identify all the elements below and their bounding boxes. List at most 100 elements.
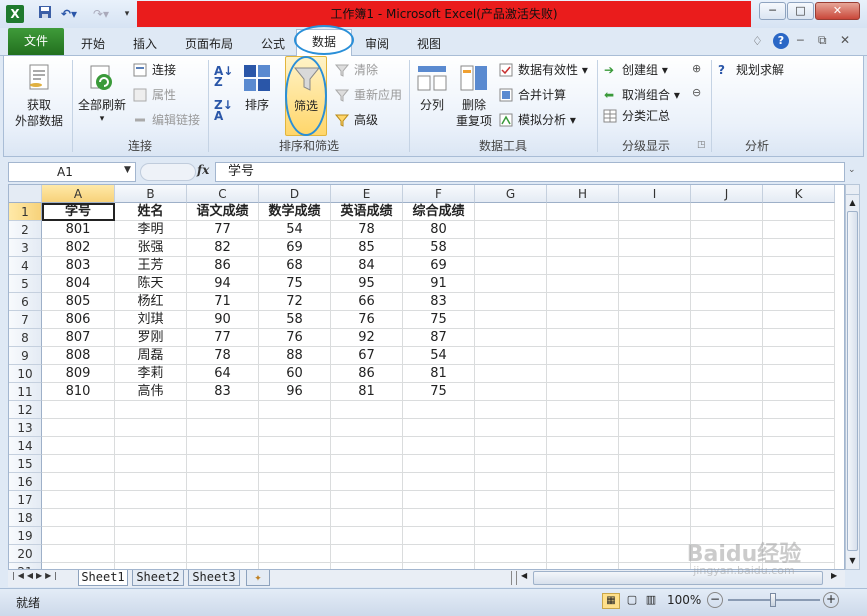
normal-view-icon[interactable]: ▦ (602, 593, 620, 609)
empty-cell[interactable] (42, 455, 115, 473)
empty-cell[interactable] (42, 401, 115, 419)
empty-cell[interactable] (619, 437, 691, 455)
tab-page-layout[interactable]: 页面布局 (178, 32, 240, 56)
connections-button[interactable]: 连接 (132, 60, 176, 80)
empty-cell[interactable] (475, 437, 547, 455)
data-cell[interactable]: 95 (331, 275, 403, 293)
empty-cell[interactable] (547, 527, 619, 545)
subtotal-button[interactable]: 分类汇总 (602, 106, 670, 126)
empty-cell[interactable] (619, 401, 691, 419)
sheet-tab-1[interactable]: Sheet1 (78, 570, 128, 586)
empty-cell[interactable] (763, 221, 835, 239)
empty-cell[interactable] (763, 437, 835, 455)
empty-cell[interactable] (691, 239, 763, 257)
row-header-9[interactable]: 9 (9, 347, 42, 365)
column-header-k[interactable]: K (763, 185, 835, 203)
empty-cell[interactable] (475, 473, 547, 491)
solver-button[interactable]: ? 规划求解 (716, 60, 784, 80)
data-cell[interactable]: 803 (42, 257, 115, 275)
row-header-20[interactable]: 20 (9, 545, 42, 563)
empty-cell[interactable] (619, 203, 691, 221)
data-cell[interactable]: 77 (187, 221, 259, 239)
tab-review[interactable]: 审阅 (356, 32, 398, 56)
data-cell[interactable]: 88 (259, 347, 331, 365)
tab-split-handle[interactable] (511, 571, 517, 585)
empty-cell[interactable] (619, 275, 691, 293)
hide-detail-icon[interactable]: ⊖ (692, 86, 701, 99)
empty-cell[interactable] (547, 257, 619, 275)
scroll-down-icon[interactable]: ▼ (846, 555, 859, 567)
empty-cell[interactable] (763, 293, 835, 311)
empty-cell[interactable] (475, 491, 547, 509)
empty-cell[interactable] (691, 203, 763, 221)
doc-close-icon[interactable]: ✕ (840, 33, 850, 47)
empty-cell[interactable] (403, 419, 475, 437)
page-break-view-icon[interactable]: ▥ (642, 593, 660, 609)
remove-duplicates-button[interactable]: 删除 重复项 (454, 58, 494, 136)
empty-cell[interactable] (547, 491, 619, 509)
ungroup-button[interactable]: ⬅ 取消组合 ▾ (602, 85, 680, 105)
empty-cell[interactable] (187, 563, 259, 569)
column-header-b[interactable]: B (115, 185, 187, 203)
formula-input[interactable]: 学号 (215, 162, 845, 182)
empty-cell[interactable] (42, 563, 115, 569)
empty-cell[interactable] (763, 419, 835, 437)
data-cell[interactable]: 807 (42, 329, 115, 347)
empty-cell[interactable] (42, 473, 115, 491)
data-validation-button[interactable]: 数据有效性 ▾ (498, 60, 588, 80)
empty-cell[interactable] (475, 419, 547, 437)
data-cell[interactable]: 54 (403, 347, 475, 365)
formula-expand-icon[interactable]: ⌄ (848, 165, 856, 175)
column-header-c[interactable]: C (187, 185, 259, 203)
data-cell[interactable]: 60 (259, 365, 331, 383)
data-cell[interactable]: 77 (187, 329, 259, 347)
data-cell[interactable]: 83 (403, 293, 475, 311)
empty-cell[interactable] (691, 275, 763, 293)
data-cell[interactable]: 81 (403, 365, 475, 383)
customize-qat-icon[interactable]: ▾ (121, 5, 133, 23)
header-cell[interactable]: 语文成绩 (187, 203, 259, 221)
column-header-j[interactable]: J (691, 185, 763, 203)
data-cell[interactable]: 92 (331, 329, 403, 347)
empty-cell[interactable] (259, 527, 331, 545)
empty-cell[interactable] (115, 563, 187, 569)
data-cell[interactable]: 69 (403, 257, 475, 275)
header-cell[interactable]: 英语成绩 (331, 203, 403, 221)
data-cell[interactable]: 96 (259, 383, 331, 401)
empty-cell[interactable] (619, 293, 691, 311)
row-header-11[interactable]: 11 (9, 383, 42, 401)
data-cell[interactable]: 76 (331, 311, 403, 329)
empty-cell[interactable] (403, 473, 475, 491)
empty-cell[interactable] (547, 437, 619, 455)
data-cell[interactable]: 78 (331, 221, 403, 239)
empty-cell[interactable] (187, 527, 259, 545)
empty-cell[interactable] (475, 293, 547, 311)
header-cell[interactable]: 姓名 (115, 203, 187, 221)
empty-cell[interactable] (547, 563, 619, 569)
data-cell[interactable]: 80 (403, 221, 475, 239)
empty-cell[interactable] (691, 383, 763, 401)
tab-insert[interactable]: 插入 (124, 32, 166, 56)
sort-az-icon[interactable]: A↓ Z (214, 65, 236, 88)
empty-cell[interactable] (691, 473, 763, 491)
name-box-dropdown-icon[interactable]: ▼ (124, 165, 131, 175)
undo-icon[interactable]: ↶▾ (57, 5, 81, 23)
data-cell[interactable]: 54 (259, 221, 331, 239)
data-cell[interactable]: 85 (331, 239, 403, 257)
data-cell[interactable]: 808 (42, 347, 115, 365)
data-cell[interactable]: 68 (259, 257, 331, 275)
empty-cell[interactable] (259, 419, 331, 437)
row-header-12[interactable]: 12 (9, 401, 42, 419)
empty-cell[interactable] (547, 473, 619, 491)
empty-cell[interactable] (763, 401, 835, 419)
worksheet-grid[interactable]: ABCDEFGHIJK 1 2 3 4 5 6 7 8 9 10 11 12 13 14 15 16 17 18 1… (8, 184, 845, 570)
data-cell[interactable]: 82 (187, 239, 259, 257)
empty-cell[interactable] (547, 365, 619, 383)
minimize-button[interactable]: ─ (759, 2, 786, 20)
empty-cell[interactable] (475, 509, 547, 527)
empty-cell[interactable] (259, 509, 331, 527)
column-header-a[interactable]: A (42, 185, 115, 203)
empty-cell[interactable] (187, 491, 259, 509)
empty-cell[interactable] (187, 545, 259, 563)
empty-cell[interactable] (763, 329, 835, 347)
